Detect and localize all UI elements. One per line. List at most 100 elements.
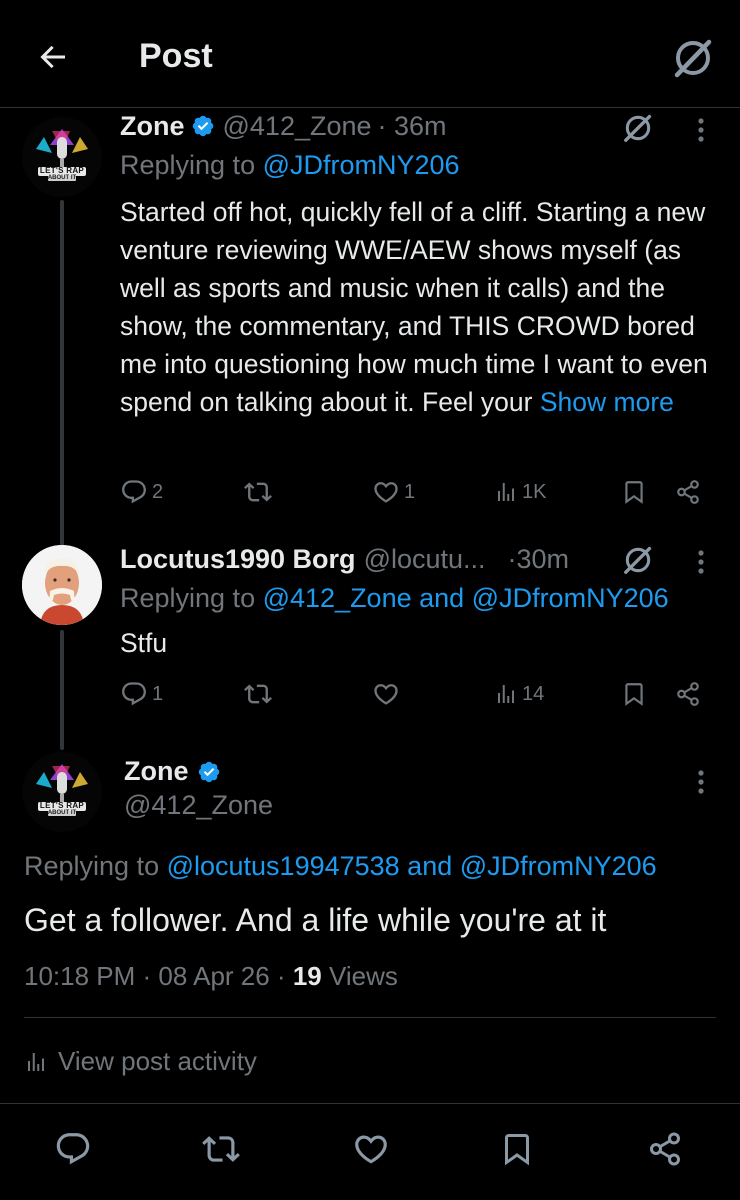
more-vertical-icon: [698, 770, 704, 794]
main-tweet-text: Get a follower. And a life while you're …: [24, 902, 607, 938]
reply-button[interactable]: [52, 1128, 94, 1170]
avatar-logo-text: LET'S RAP: [39, 166, 85, 175]
avatar-logo-text: LET'S RAP: [39, 801, 85, 810]
analytics-icon: [498, 483, 514, 501]
views-count: 19: [292, 961, 322, 991]
bookmark-button[interactable]: [618, 678, 650, 710]
avatar[interactable]: LET'S RAP ABOUT IT: [22, 752, 102, 832]
heart-icon: [355, 1135, 387, 1164]
reply-button[interactable]: 1: [120, 680, 163, 708]
tweet2-header: Locutus1990 Borg @locutu... ·30m: [120, 543, 569, 575]
more-button[interactable]: [686, 762, 716, 802]
avatar[interactable]: LET'S RAP ABOUT IT: [22, 117, 102, 197]
repost-icon: [202, 1136, 240, 1162]
mention-link[interactable]: @JDfromNY206: [263, 150, 460, 180]
repost-icon: [244, 482, 272, 502]
thread-line: [60, 630, 64, 750]
views-button[interactable]: 1K: [494, 478, 546, 506]
grok-icon: [624, 546, 652, 574]
heart-icon: [374, 482, 398, 503]
tweet1-header: Zone @412_Zone · 36m: [120, 110, 447, 142]
top-bar: Post: [0, 0, 740, 108]
reply-button[interactable]: 2: [120, 478, 163, 506]
view-count: 1K: [522, 480, 547, 503]
bookmark-button[interactable]: [496, 1128, 538, 1170]
grok-icon: [674, 39, 712, 78]
reply-count: 2: [152, 480, 164, 503]
verified-badge-icon: [198, 761, 219, 782]
grok-button[interactable]: [618, 540, 658, 580]
views-label: Views: [321, 961, 398, 991]
thread-line: [60, 200, 64, 550]
avatar-logo-subtext: ABOUT IT: [47, 810, 77, 816]
mention-link[interactable]: @locutus19947538 and @JDfromNY206: [167, 851, 657, 881]
bookmark-icon: [625, 481, 643, 504]
replying-to: Replying to @locutus19947538 and @JDfrom…: [24, 851, 657, 882]
arrow-left-icon: [40, 45, 65, 69]
grok-button[interactable]: [618, 108, 658, 148]
divider: [24, 1017, 716, 1018]
tweet-body: Started off hot, quickly fell of a cliff…: [120, 197, 708, 417]
replying-prefix: Replying to: [24, 851, 167, 881]
like-button[interactable]: [372, 680, 404, 708]
views-button[interactable]: 14: [494, 680, 544, 708]
like-count: 1: [404, 480, 416, 503]
repost-icon: [244, 684, 272, 704]
like-button[interactable]: [350, 1128, 392, 1170]
tweet-text: Stfu: [120, 628, 168, 658]
bookmark-icon: [505, 1134, 529, 1166]
handle[interactable]: @412_Zone: [223, 111, 372, 142]
repost-button[interactable]: [244, 478, 276, 506]
display-name[interactable]: Zone: [120, 111, 185, 142]
more-button[interactable]: [686, 542, 716, 582]
more-button[interactable]: [686, 110, 716, 150]
share-icon: [650, 1132, 680, 1166]
heart-icon: [374, 684, 398, 705]
page-title: Post: [139, 37, 213, 75]
verified-badge-icon: [192, 115, 213, 137]
reply-icon: [122, 480, 146, 504]
share-button[interactable]: [672, 678, 704, 710]
post-timestamp[interactable]: 10:18 PM · 08 Apr 26 ·: [24, 961, 293, 991]
bookmark-icon: [625, 683, 643, 706]
display-name[interactable]: Zone: [124, 756, 189, 787]
avatar-logo-subtext: ABOUT IT: [47, 175, 77, 181]
bookmark-button[interactable]: [618, 476, 650, 508]
share-icon: [677, 480, 699, 504]
display-name[interactable]: Locutus1990 Borg: [120, 544, 356, 575]
repost-button[interactable]: [244, 680, 276, 708]
handle[interactable]: @locutu...: [364, 544, 486, 575]
handle[interactable]: @412_Zone: [124, 790, 273, 821]
reply-icon: [56, 1133, 90, 1165]
replying-prefix: Replying to: [120, 583, 263, 613]
avatar[interactable]: [22, 545, 102, 625]
lets-rap-logo-icon: [22, 752, 102, 832]
back-button[interactable]: [30, 34, 76, 80]
more-vertical-icon: [698, 550, 704, 574]
view-count: 14: [522, 682, 545, 705]
replying-to: Replying to @412_Zone and @JDfromNY206: [120, 583, 669, 614]
grok-button[interactable]: [668, 33, 718, 83]
show-more-link[interactable]: Show more: [540, 387, 674, 417]
replying-to: Replying to @JDfromNY206: [120, 150, 460, 181]
post-meta: 10:18 PM · 08 Apr 26 · 19 Views: [24, 961, 398, 992]
lets-rap-logo-icon: [22, 117, 102, 197]
repost-button[interactable]: [200, 1128, 242, 1170]
share-button[interactable]: [644, 1128, 686, 1170]
timestamp[interactable]: · 36m: [378, 111, 447, 142]
hogan-avatar-icon: [22, 545, 102, 625]
timestamp[interactable]: ·30m: [508, 544, 570, 575]
replying-prefix: Replying to: [120, 150, 263, 180]
grok-icon: [624, 114, 652, 142]
divider: [0, 1103, 740, 1104]
like-button[interactable]: 1: [372, 478, 415, 506]
tweet-text: Started off hot, quickly fell of a cliff…: [120, 193, 720, 421]
share-button[interactable]: [672, 476, 704, 508]
reply-icon: [122, 682, 146, 706]
main-name-row: Zone: [124, 756, 221, 787]
mention-link[interactable]: @412_Zone and @JDfromNY206: [263, 583, 669, 613]
analytics-icon: [498, 685, 514, 703]
more-vertical-icon: [698, 118, 704, 142]
view-post-activity[interactable]: View post activity: [24, 1046, 257, 1077]
analytics-icon: [28, 1052, 44, 1071]
